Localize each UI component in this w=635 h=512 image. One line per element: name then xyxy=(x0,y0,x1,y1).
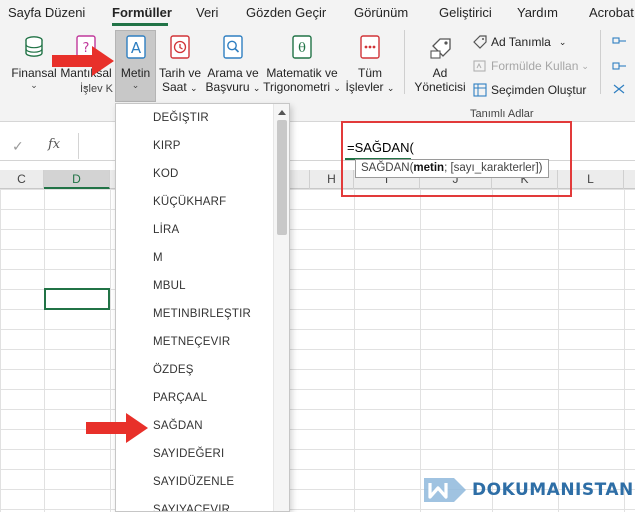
finansal-button[interactable]: Finansal ⌄ xyxy=(10,34,58,90)
tab-yardim[interactable]: Yardım xyxy=(517,5,558,20)
tab-sayfa-duzeni[interactable]: Sayfa Düzeni xyxy=(8,5,85,20)
name-manager-icon xyxy=(429,34,451,60)
tab-gorunum[interactable]: Görünüm xyxy=(354,5,408,20)
text-a-icon: A xyxy=(125,34,147,60)
tab-veri[interactable]: Veri xyxy=(196,5,218,20)
metin-functions-menu: DEĞIŞTIR KIRP KOD KÜÇÜKHARF LİRA M MBUL … xyxy=(115,103,290,512)
tarih-saat-button[interactable]: Tarih ve Saat ⌄ xyxy=(158,34,202,95)
tag-icon xyxy=(473,35,487,49)
menu-item-degistir[interactable]: DEĞIŞTIR xyxy=(153,112,209,124)
menu-item-kod[interactable]: KOD xyxy=(153,168,179,180)
menu-item-kirp[interactable]: KIRP xyxy=(153,140,181,152)
arama-basvuru-button[interactable]: Arama ve Başvuru ⌄ xyxy=(204,34,262,95)
check-icon[interactable]: ✓ xyxy=(12,138,24,155)
menu-item-sayidegeri[interactable]: SAYIDEĞERI xyxy=(153,448,224,460)
dokumanistan-logo-icon xyxy=(424,478,466,502)
remove-arrows-icon[interactable] xyxy=(612,82,628,99)
ad-yoneticisi-button[interactable]: Ad Yöneticisi xyxy=(410,34,470,94)
menu-item-sayiduzenle[interactable]: SAYIDÜZENLE xyxy=(153,476,234,488)
menu-item-sagdan[interactable]: SAĞDAN xyxy=(153,420,203,432)
scroll-up-arrow-icon[interactable] xyxy=(278,110,286,115)
menu-item-parcaal[interactable]: PARÇAAL xyxy=(153,392,207,404)
highlight-box xyxy=(341,121,572,197)
menu-item-sayiyacevir[interactable]: SAYIYAÇEVIR xyxy=(153,504,230,511)
database-icon xyxy=(23,34,45,60)
chevron-down-icon: ⌄ xyxy=(333,83,341,93)
more-icon xyxy=(359,34,381,60)
chevron-down-icon: ⌄ xyxy=(131,80,140,90)
tab-acrobat[interactable]: Acrobat xyxy=(589,5,634,20)
formulde-kullan-button[interactable]: Formülde Kullan ⌄ xyxy=(473,59,589,73)
menu-item-metinbirlestir[interactable]: METINBIRLEŞTIR xyxy=(153,308,251,320)
menu-item-kucukharf[interactable]: KÜÇÜKHARF xyxy=(153,196,226,208)
trace-dependents-icon[interactable] xyxy=(612,60,628,77)
ad-tanimla-button[interactable]: Ad Tanımla ⌄ xyxy=(473,35,566,49)
ribbon-separator xyxy=(404,30,405,94)
chevron-down-icon: ⌄ xyxy=(190,83,198,93)
red-arrow-icon xyxy=(52,46,114,76)
search-icon xyxy=(222,34,244,60)
scroll-thumb[interactable] xyxy=(277,120,287,235)
group-label-tanimli-adlar: Tanımlı Adlar xyxy=(470,108,534,120)
ribbon-tab-bar: Sayfa Düzeni Formüller Veri Gözden Geçir… xyxy=(0,0,635,26)
chevron-down-icon: ⌄ xyxy=(581,60,589,71)
column-header-c[interactable]: C xyxy=(0,170,44,189)
svg-text:θ: θ xyxy=(298,41,306,56)
insert-function-icon[interactable]: fx xyxy=(48,137,60,152)
column-header-d[interactable]: D xyxy=(44,170,110,189)
matematik-trigonometri-button[interactable]: θ Matematik ve Trigonometri ⌄ xyxy=(262,34,342,95)
worksheet-grid[interactable] xyxy=(0,189,635,512)
menu-scrollbar[interactable] xyxy=(273,104,289,511)
formula-use-icon xyxy=(473,60,486,72)
tab-gelistirici[interactable]: Geliştirici xyxy=(439,5,492,20)
group-label-islev-kitapligi: İşlev K xyxy=(80,83,114,95)
menu-item-ozdes[interactable]: ÖZDEŞ xyxy=(153,364,194,376)
chevron-down-icon: ⌄ xyxy=(30,80,38,90)
tab-gozden-gecir[interactable]: Gözden Geçir xyxy=(246,5,326,20)
metin-button[interactable]: A Metin ⌄ xyxy=(115,34,156,90)
menu-item-mbul[interactable]: MBUL xyxy=(153,280,186,292)
ribbon-separator xyxy=(600,30,601,94)
menu-item-lira[interactable]: LİRA xyxy=(153,224,179,236)
chevron-down-icon: ⌄ xyxy=(558,36,567,47)
clock-icon xyxy=(169,34,191,60)
tab-formuller[interactable]: Formüller xyxy=(112,5,172,20)
menu-item-m[interactable]: M xyxy=(153,252,163,264)
svg-text:A: A xyxy=(130,39,141,57)
trace-precedents-icon[interactable] xyxy=(612,36,628,53)
red-arrow-icon xyxy=(86,413,148,443)
watermark-logo: DOKUMANISTAN xyxy=(422,470,634,510)
menu-item-metnecevir[interactable]: METNEÇEVIR xyxy=(153,336,230,348)
theta-icon: θ xyxy=(291,34,313,60)
tum-islevler-button[interactable]: Tüm İşlevler ⌄ xyxy=(344,34,396,95)
chevron-down-icon: ⌄ xyxy=(386,83,395,93)
chevron-down-icon: ⌄ xyxy=(252,83,261,93)
secimden-olustur-button[interactable]: Seçimden Oluştur xyxy=(473,83,586,97)
active-cell[interactable] xyxy=(44,288,110,310)
create-from-selection-icon xyxy=(473,83,487,97)
